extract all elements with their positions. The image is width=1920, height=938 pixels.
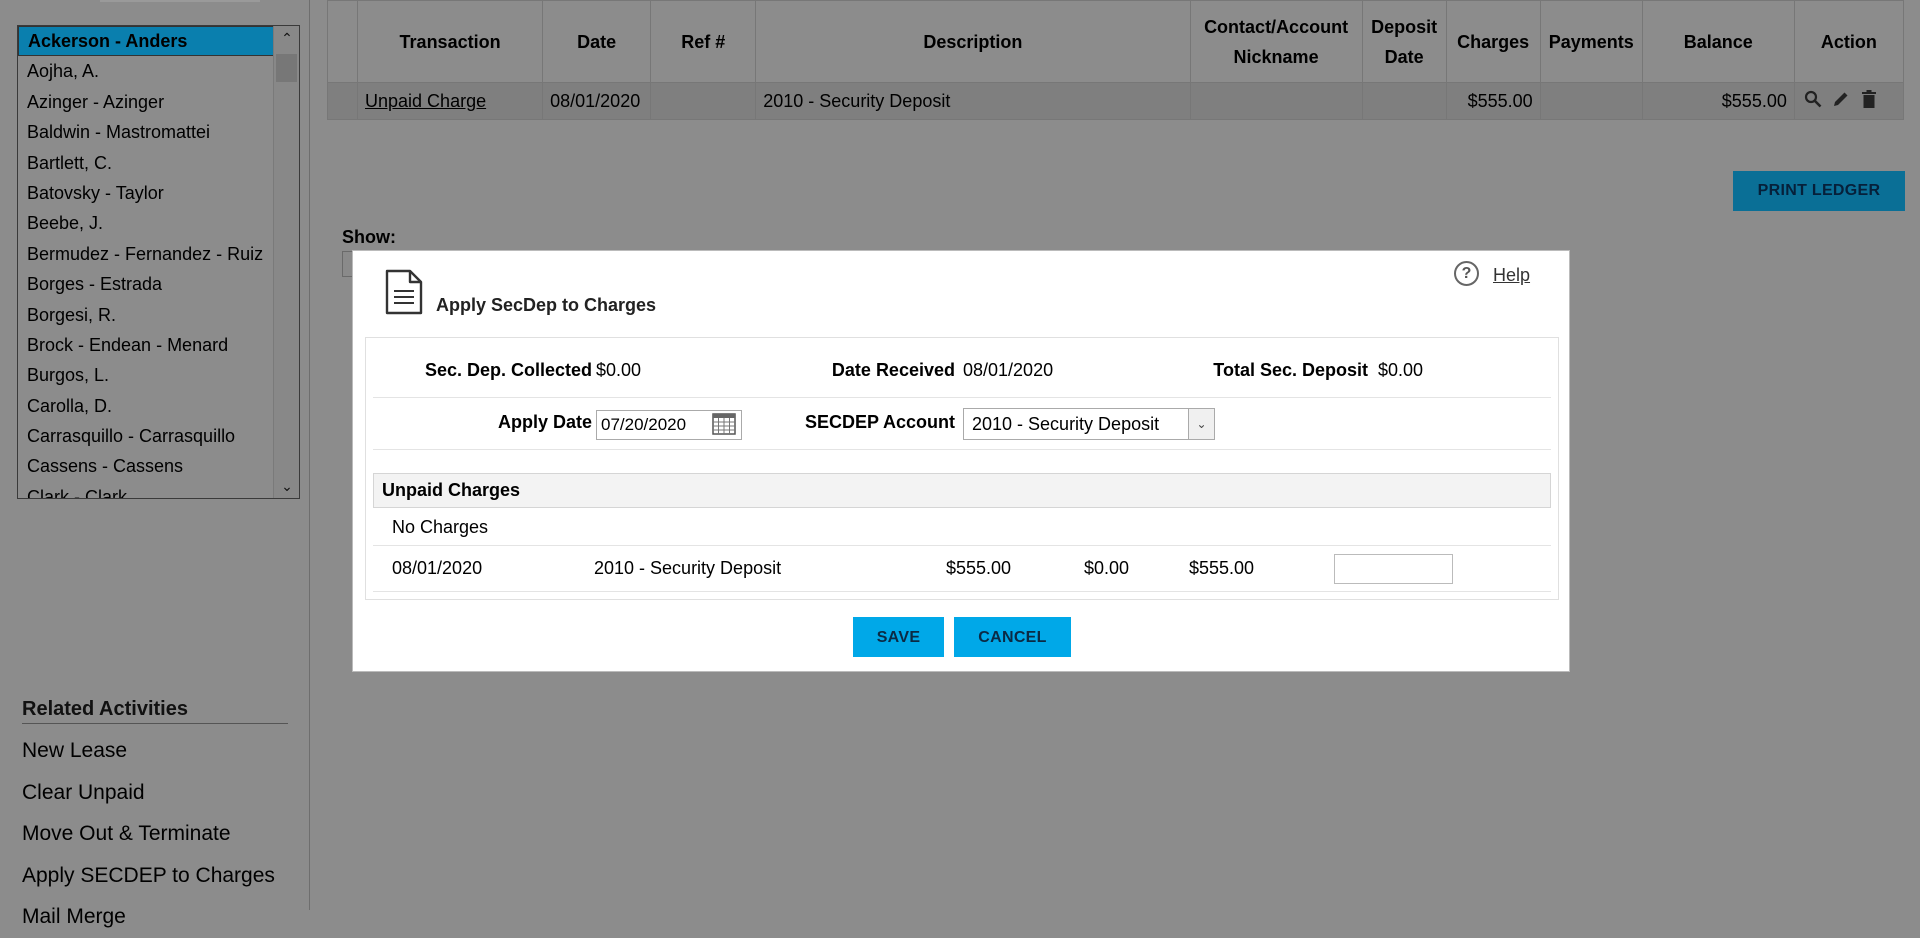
ledger-column-header: Action <box>1793 0 1905 83</box>
tenant-list-item[interactable]: Baldwin - Mastromattei <box>18 117 274 147</box>
save-button[interactable]: SAVE <box>853 617 944 657</box>
ledger-column-header: Ref # <box>650 0 757 83</box>
sec-dep-collected-label: Sec. Dep. Collected <box>424 360 592 380</box>
ledger-table: Transaction Date Ref # Description Contact/A… <box>326 0 1905 120</box>
tenant-list: Ackerson - Anders Aojha, A. Azinger - Azin… <box>18 26 274 498</box>
tenant-list-item[interactable]: Bermudez - Fernandez - Ruiz <box>18 239 274 269</box>
ledger-cell-nickname <box>1189 82 1363 120</box>
calendar-icon[interactable] <box>712 413 736 440</box>
tenant-list-item[interactable]: Cassens - Cassens <box>18 451 274 481</box>
show-label: Show: <box>342 227 396 247</box>
secdep-account-label: SECDEP Account <box>804 412 955 432</box>
ledger-cell-date: 08/01/2020 <box>542 82 652 120</box>
date-received-label: Date Received <box>831 360 955 380</box>
delete-icon[interactable] <box>1858 89 1880 113</box>
secdep-account-selected: 2010 - Security Deposit <box>972 414 1160 434</box>
help-icon[interactable]: ? <box>1454 261 1479 286</box>
tenant-list-scrollbar[interactable]: ⌃ ⌄ <box>273 26 299 498</box>
related-activity-link[interactable]: Apply SECDEP to Charges <box>22 855 275 897</box>
related-activities-list: New Lease Clear Unpaid Move Out & Terminat… <box>22 730 275 938</box>
tenant-list-item[interactable]: Clark - Clark <box>18 482 274 498</box>
charge-date: 08/01/2020 <box>392 558 483 578</box>
print-ledger-button[interactable]: PRINT LEDGER <box>1733 171 1905 211</box>
ledger-column-header: Transaction <box>357 0 544 83</box>
tenant-list-item[interactable]: Carrasquillo - Carrasquillo <box>18 421 274 451</box>
tenant-list-item[interactable]: Aojha, A. <box>18 56 274 86</box>
ledger-column-header: Charges <box>1445 0 1541 83</box>
ledger-column-header: Contact/Account Nickname <box>1189 0 1363 83</box>
total-sec-deposit-label: Total Sec. Deposit <box>1213 360 1368 380</box>
secdep-account-select[interactable]: 2010 - Security Deposit ⌄ <box>963 408 1215 440</box>
charge-paid: $0.00 <box>1084 558 1130 578</box>
tenant-list-item[interactable]: Beebe, J. <box>18 208 274 238</box>
cancel-button[interactable]: CANCEL <box>954 617 1071 657</box>
related-activity-link[interactable]: Mail Merge <box>22 896 275 938</box>
tenant-list-item[interactable]: Ackerson - Anders <box>18 26 274 57</box>
ledger-cell-ref <box>650 82 757 120</box>
dialog-form-panel: Sec. Dep. Collected $0.00 Date Received … <box>365 337 1559 600</box>
tenant-list-item[interactable]: Bartlett, C. <box>18 148 274 178</box>
charge-amount: $555.00 <box>946 558 1012 578</box>
help-link[interactable]: Help <box>1493 265 1530 286</box>
ledger-column-header: Balance <box>1641 0 1795 83</box>
sidebar-top-divider <box>100 0 260 2</box>
related-activity-link[interactable]: Clear Unpaid <box>22 772 275 814</box>
ledger-column-header: Deposit Date <box>1361 0 1447 83</box>
view-icon[interactable] <box>1802 90 1824 113</box>
deposit-summary-row: Sec. Dep. Collected $0.00 Date Received … <box>373 338 1551 398</box>
tenant-list-item[interactable]: Burgos, L. <box>18 360 274 390</box>
chevron-down-icon[interactable]: ⌄ <box>1188 409 1214 439</box>
sidebar: Ackerson - Anders Aojha, A. Azinger - Azin… <box>0 0 310 928</box>
ledger-column-header: Payments <box>1539 0 1643 83</box>
ledger-cell-charges: $555.00 <box>1445 82 1541 120</box>
tenant-list-item[interactable]: Carolla, D. <box>18 391 274 421</box>
date-received-value: 08/01/2020 <box>963 360 1054 380</box>
document-icon <box>384 269 424 320</box>
apply-secdep-dialog: Apply SecDep to Charges ? Help Sec. Dep.… <box>352 250 1570 672</box>
tenant-list-item[interactable]: Borges - Estrada <box>18 269 274 299</box>
ledger-header-row: Transaction Date Ref # Description Contact/A… <box>326 0 1905 83</box>
sec-dep-collected-value: $0.00 <box>596 360 642 380</box>
ledger-cell-actions <box>1793 82 1905 120</box>
edit-icon[interactable] <box>1830 90 1852 113</box>
ledger-cell-balance: $555.00 <box>1641 82 1795 120</box>
tenant-list-item[interactable]: Borgesi, R. <box>18 300 274 330</box>
no-charges-text: No Charges <box>373 508 1551 546</box>
ledger-column-header: Description <box>755 0 1191 83</box>
charge-balance: $555.00 <box>1189 558 1255 578</box>
scroll-thumb[interactable] <box>276 54 297 82</box>
unpaid-charge-row: 08/01/2020 2010 - Security Deposit $555.… <box>373 546 1551 592</box>
ledger-cell-select <box>326 82 359 120</box>
ledger-row: Unpaid Charge 08/01/2020 2010 - Security… <box>326 82 1905 120</box>
scroll-up-icon[interactable]: ⌃ <box>274 26 299 50</box>
unpaid-charges-header: Unpaid Charges <box>373 473 1551 508</box>
ledger-cell-payments <box>1539 82 1643 120</box>
total-sec-deposit-value: $0.00 <box>1378 360 1424 380</box>
related-activities-title: Related Activities <box>22 698 288 724</box>
tenant-list-item[interactable]: Batovsky - Taylor <box>18 178 274 208</box>
tenant-list-item[interactable]: Azinger - Azinger <box>18 87 274 117</box>
ledger-column-header <box>326 0 359 83</box>
apply-settings-row: Apply Date SECDEP Account 2010 - Securit… <box>373 398 1551 450</box>
apply-amount-input[interactable] <box>1334 554 1453 584</box>
charge-description: 2010 - Security Deposit <box>594 558 782 578</box>
apply-date-label: Apply Date <box>497 412 592 432</box>
scroll-down-icon[interactable]: ⌄ <box>274 474 299 498</box>
ledger-cell-deposit-date <box>1361 82 1447 120</box>
related-activity-link[interactable]: Move Out & Terminate <box>22 813 275 855</box>
ledger-cell-description: 2010 - Security Deposit <box>755 82 1191 120</box>
tenant-list-item[interactable]: Brock - Endean - Menard <box>18 330 274 360</box>
dialog-title: Apply SecDep to Charges <box>436 295 657 315</box>
tenant-listbox[interactable]: Ackerson - Anders Aojha, A. Azinger - Azin… <box>17 25 300 499</box>
related-activity-link[interactable]: New Lease <box>22 730 275 772</box>
ledger-column-header: Date <box>542 0 652 83</box>
transaction-link[interactable]: Unpaid Charge <box>357 82 544 120</box>
